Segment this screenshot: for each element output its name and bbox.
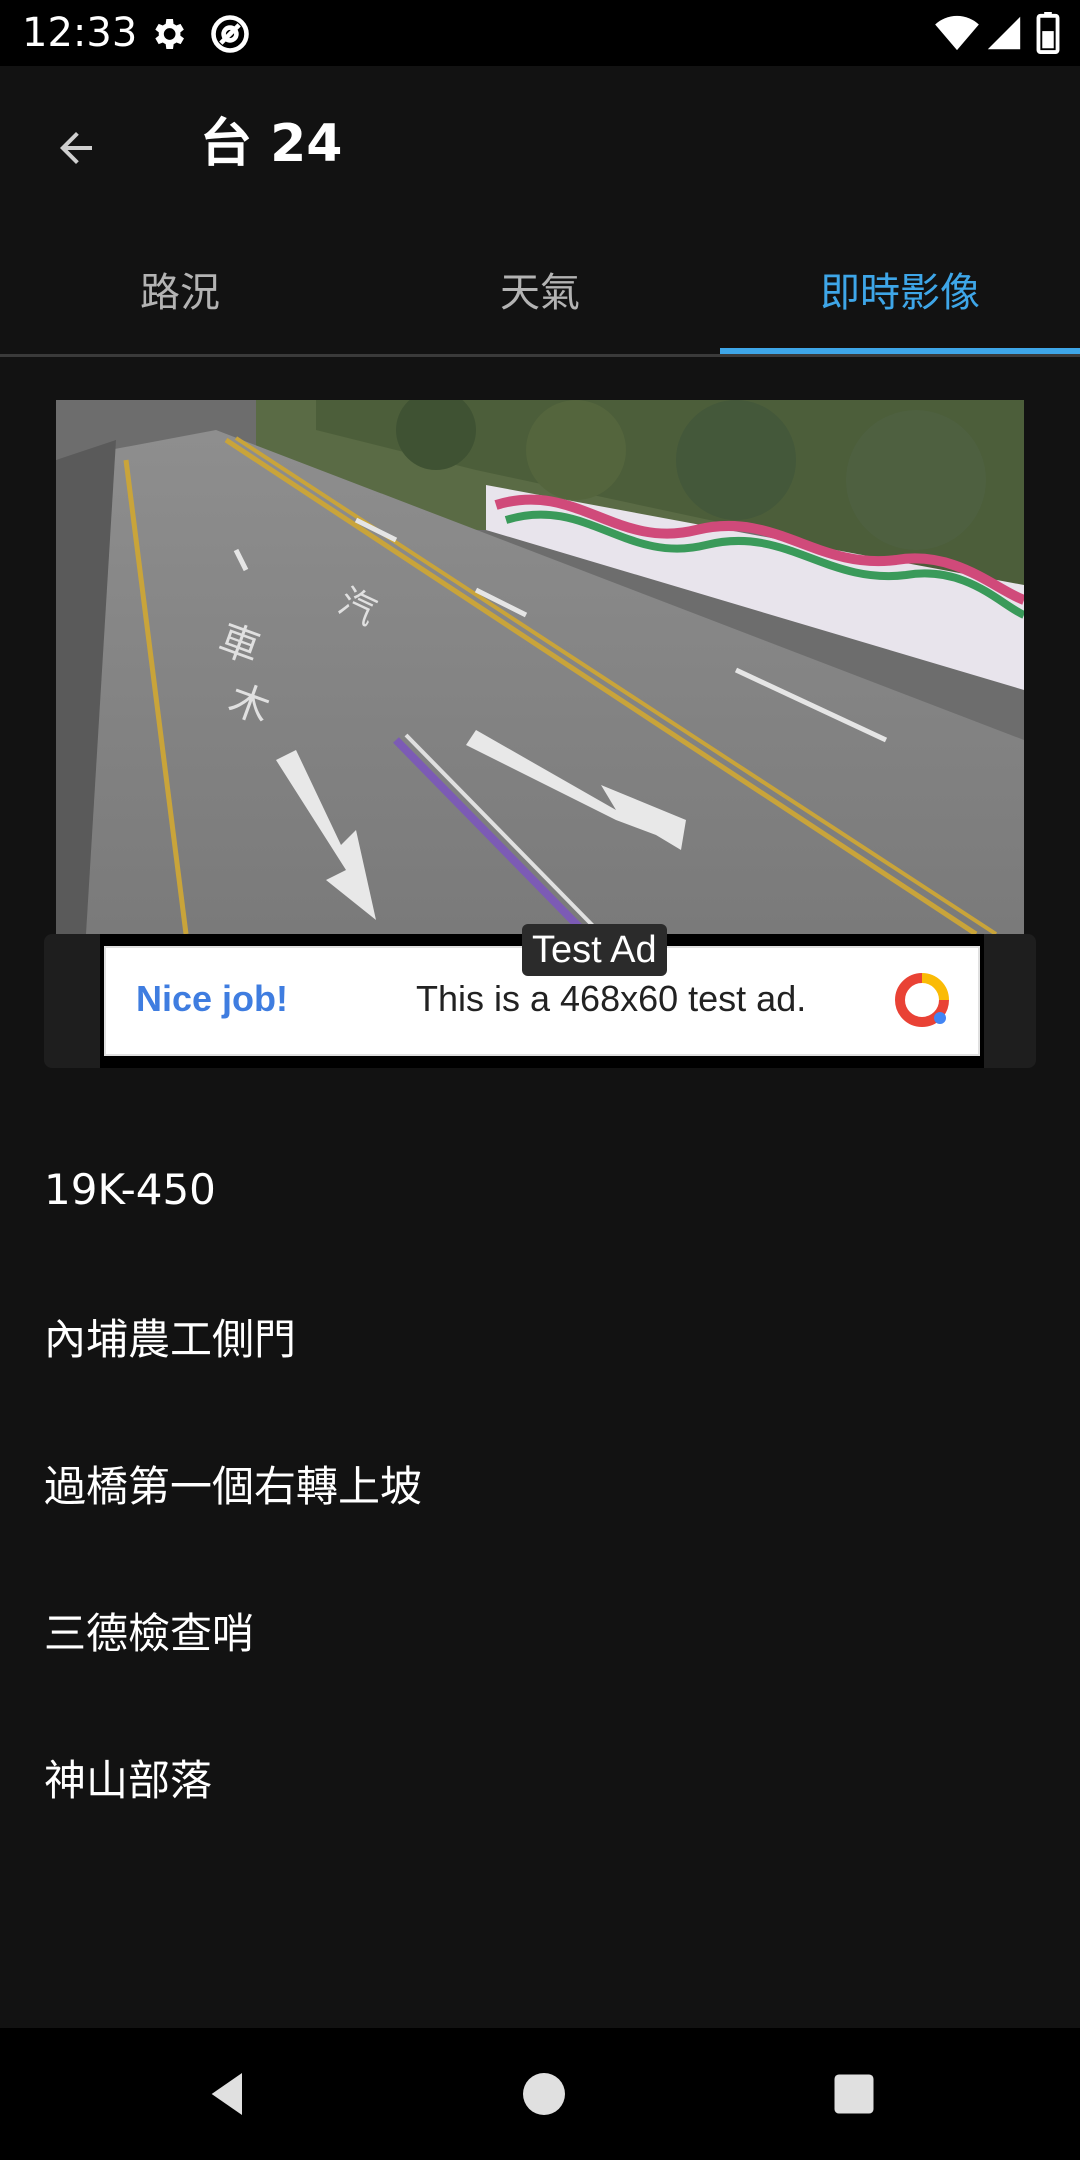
tab-weather[interactable]: 天氣: [360, 224, 720, 354]
ad-banner[interactable]: Nice job! This is a 468x60 test ad. Test…: [100, 924, 984, 1068]
camera-list-item[interactable]: 過橋第一個右轉上坡: [0, 1410, 1080, 1557]
tab-bar: 路況 天氣 即時影像: [0, 224, 1080, 357]
system-nav-bar: [0, 2028, 1080, 2160]
cell-signal-icon: [987, 16, 1021, 50]
settings-gear-icon: [155, 19, 184, 49]
camera-list-item[interactable]: 內埔農工側門: [0, 1263, 1080, 1410]
back-button[interactable]: [44, 116, 108, 180]
status-bar: 12:33: [0, 0, 1080, 66]
tab-indicator: [720, 348, 1080, 354]
test-ad-label: Test Ad: [522, 924, 667, 976]
ad-body: This is a 468x60 test ad.: [416, 978, 807, 1019]
nav-recents-icon[interactable]: [828, 2068, 880, 2120]
battery-icon: [1036, 12, 1060, 54]
ad-container: Nice job! This is a 468x60 test ad. Test…: [44, 924, 1036, 1068]
app-bar: 台 24: [0, 66, 1080, 224]
camera-list-item[interactable]: 三德檢查哨: [0, 1557, 1080, 1704]
live-camera-image[interactable]: 車 木 汽: [56, 400, 1024, 934]
nav-home-icon[interactable]: [516, 2066, 572, 2122]
ad-headline: Nice job!: [136, 978, 289, 1019]
camera-list: 19K-450 內埔農工側門 過橋第一個右轉上坡 三德檢查哨 神山部落: [0, 1116, 1080, 1851]
nav-back-icon[interactable]: [200, 2066, 256, 2122]
tab-live-camera[interactable]: 即時影像: [720, 224, 1080, 354]
admob-logo-icon: [895, 973, 949, 1027]
arrow-back-icon: [60, 132, 92, 164]
tab-traffic[interactable]: 路況: [0, 224, 360, 354]
status-time: 12:33: [22, 10, 138, 56]
camera-list-item[interactable]: 19K-450: [0, 1116, 1080, 1263]
page-title: 台 24: [200, 114, 343, 174]
wifi-icon: [935, 15, 979, 51]
at-sign-icon: [211, 15, 249, 53]
camera-list-item[interactable]: 神山部落: [0, 1704, 1080, 1851]
